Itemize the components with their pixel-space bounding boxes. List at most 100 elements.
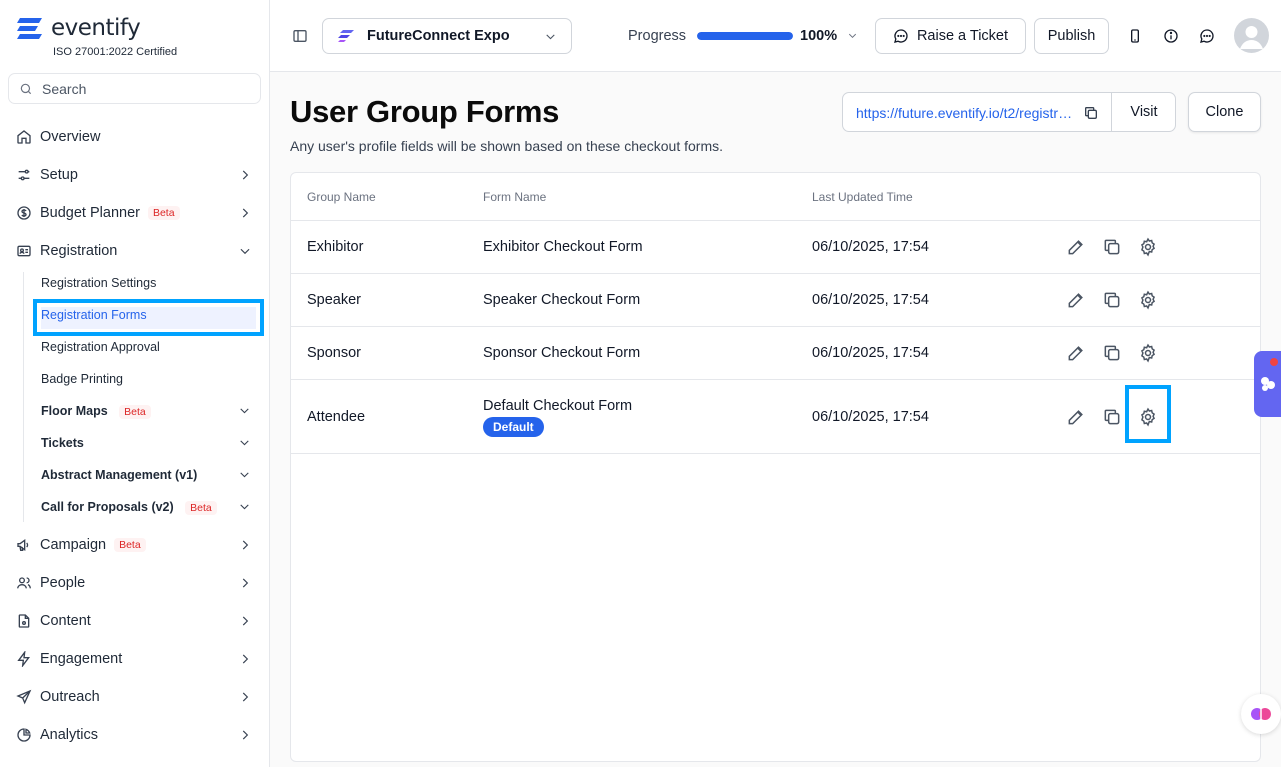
edit-pencil-icon[interactable] bbox=[1066, 343, 1086, 363]
group-name-cell: Exhibitor bbox=[307, 239, 364, 255]
chevron-right-icon bbox=[242, 616, 249, 626]
users-icon bbox=[17, 577, 31, 589]
copy-icon[interactable] bbox=[1083, 105, 1099, 121]
user-group-forms-table: Group Name Form Name Last Updated Time E… bbox=[290, 172, 1261, 762]
sidebar-subitem-floor-maps[interactable]: Floor Maps Beta bbox=[41, 404, 151, 419]
progress-bar bbox=[697, 32, 793, 40]
visit-button[interactable]: Visit bbox=[1112, 93, 1176, 131]
sidebar-item-overview[interactable]: Overview bbox=[0, 118, 269, 156]
sidebar-toggle-icon[interactable] bbox=[292, 28, 308, 44]
sidebar: eventify ISO 27001:2022 Certified Search… bbox=[0, 0, 270, 767]
sidebar-item-label: Outreach bbox=[40, 689, 100, 705]
edit-pencil-icon[interactable] bbox=[1066, 237, 1086, 257]
updated-time-cell: 06/10/2025, 17:54 bbox=[812, 345, 929, 361]
event-logo-icon bbox=[338, 30, 354, 42]
chevron-down-icon[interactable] bbox=[238, 500, 251, 513]
avatar[interactable] bbox=[1234, 18, 1269, 53]
sidebar-item-people[interactable]: People bbox=[0, 564, 269, 602]
sidebar-item-label: Engagement bbox=[40, 651, 123, 667]
chevron-down-icon bbox=[240, 248, 250, 255]
column-header-group-name: Group Name bbox=[307, 190, 376, 204]
beta-badge: Beta bbox=[185, 501, 217, 515]
user-avatar-icon bbox=[1240, 26, 1263, 49]
sidebar-subitem-badge-printing[interactable]: Badge Printing bbox=[41, 372, 123, 386]
page-subtitle: Any user's profile fields will be shown … bbox=[290, 138, 724, 154]
progress-bar-fill bbox=[697, 32, 793, 40]
sidebar-item-engagement[interactable]: Engagement bbox=[0, 640, 269, 678]
brand-name: eventify bbox=[51, 15, 141, 41]
sidebar-subitem-tickets[interactable]: Tickets bbox=[41, 436, 84, 450]
beta-badge: Beta bbox=[147, 206, 180, 220]
event-url-link[interactable]: https://future.eventify.io/t2/registrati… bbox=[856, 105, 1078, 121]
chevron-down-icon[interactable] bbox=[238, 404, 251, 417]
chevron-down-icon[interactable] bbox=[847, 30, 858, 41]
updated-time-cell: 06/10/2025, 17:54 bbox=[812, 409, 929, 425]
updated-time-cell: 06/10/2025, 17:54 bbox=[812, 239, 929, 255]
clone-button[interactable]: Clone bbox=[1188, 92, 1261, 132]
sidebar-item-registration[interactable]: Registration bbox=[0, 232, 269, 270]
sidebar-subitem-call-for-proposals[interactable]: Call for Proposals (v2) Beta bbox=[41, 500, 217, 515]
main-content: User Group Forms Any user's profile fiel… bbox=[270, 72, 1281, 767]
default-badge: Default bbox=[483, 417, 544, 437]
sidebar-item-outreach[interactable]: Outreach bbox=[0, 678, 269, 716]
gear-icon[interactable] bbox=[1138, 237, 1158, 257]
sidebar-item-label: Setup bbox=[40, 167, 78, 183]
sidebar-subitem-registration-settings[interactable]: Registration Settings bbox=[41, 276, 156, 290]
sidebar-item-label: Content bbox=[40, 613, 91, 629]
chevron-down-icon[interactable] bbox=[238, 468, 251, 481]
gear-icon[interactable] bbox=[1138, 290, 1158, 310]
duplicate-icon[interactable] bbox=[1102, 290, 1122, 310]
gear-icon[interactable] bbox=[1138, 343, 1158, 363]
sidebar-item-setup[interactable]: Setup bbox=[0, 156, 269, 194]
table-row: Speaker Speaker Checkout Form 06/10/2025… bbox=[291, 274, 1260, 327]
mobile-preview-icon[interactable] bbox=[1127, 28, 1143, 44]
progress-value: 100% bbox=[800, 28, 838, 44]
raise-ticket-button[interactable]: Raise a Ticket bbox=[875, 18, 1026, 54]
search-input[interactable]: Search bbox=[8, 73, 261, 104]
event-selector[interactable]: FutureConnect Expo bbox=[322, 18, 572, 54]
search-placeholder: Search bbox=[42, 80, 87, 97]
chat-icon[interactable] bbox=[1199, 28, 1215, 44]
sidebar-item-analytics[interactable]: Analytics bbox=[0, 716, 269, 754]
group-name-cell: Speaker bbox=[307, 292, 362, 308]
duplicate-icon[interactable] bbox=[1102, 343, 1122, 363]
gear-icon[interactable] bbox=[1138, 407, 1158, 427]
sidebar-item-campaign[interactable]: Campaign Beta bbox=[0, 526, 269, 564]
id-card-icon bbox=[17, 245, 31, 257]
sidebar-subitem-abstract-management[interactable]: Abstract Management (v1) bbox=[41, 468, 197, 482]
edit-pencil-icon[interactable] bbox=[1066, 290, 1086, 310]
table-row: Attendee Default Checkout Form Default 0… bbox=[291, 380, 1260, 454]
sidebar-subitem-registration-forms[interactable]: Registration Forms bbox=[33, 299, 264, 336]
sidebar-subitem-registration-approval[interactable]: Registration Approval bbox=[41, 340, 160, 354]
submenu-guide-line bbox=[23, 272, 24, 522]
chevron-right-icon bbox=[242, 578, 249, 588]
raise-ticket-label: Raise a Ticket bbox=[916, 28, 1009, 44]
chevron-down-icon[interactable] bbox=[238, 436, 251, 449]
duplicate-icon[interactable] bbox=[1102, 407, 1122, 427]
duplicate-icon[interactable] bbox=[1102, 237, 1122, 257]
send-icon bbox=[16, 689, 32, 705]
chevron-right-icon bbox=[242, 654, 249, 664]
chat-bubble-icon bbox=[894, 29, 908, 43]
sidebar-item-content[interactable]: Content bbox=[0, 602, 269, 640]
publish-button[interactable]: Publish bbox=[1034, 18, 1109, 54]
top-bar: FutureConnect Expo Progress 100% Raise a… bbox=[270, 0, 1281, 72]
event-url-box: https://future.eventify.io/t2/registrati… bbox=[842, 92, 1176, 132]
sidebar-item-label: Budget Planner bbox=[40, 205, 140, 221]
certification-text: ISO 27001:2022 Certified bbox=[53, 46, 178, 58]
form-name-cell: Speaker Checkout Form bbox=[483, 292, 641, 308]
event-name: FutureConnect Expo bbox=[367, 28, 510, 44]
form-name-cell: Sponsor Checkout Form bbox=[483, 345, 641, 361]
bolt-icon bbox=[17, 651, 30, 667]
column-header-form-name: Form Name bbox=[483, 190, 547, 204]
eventify-logo-icon bbox=[17, 18, 42, 39]
file-icon bbox=[18, 614, 30, 628]
column-header-last-updated: Last Updated Time bbox=[812, 190, 913, 204]
info-icon[interactable] bbox=[1163, 28, 1179, 44]
edit-pencil-icon[interactable] bbox=[1066, 407, 1086, 427]
logo[interactable]: eventify bbox=[16, 15, 141, 41]
ai-assistant-button[interactable] bbox=[1241, 694, 1281, 734]
sidebar-item-budget-planner[interactable]: Budget Planner Beta bbox=[0, 194, 269, 232]
dollar-circle-icon bbox=[17, 206, 31, 220]
sidebar-subitem-label: Call for Proposals (v2) bbox=[41, 500, 174, 514]
